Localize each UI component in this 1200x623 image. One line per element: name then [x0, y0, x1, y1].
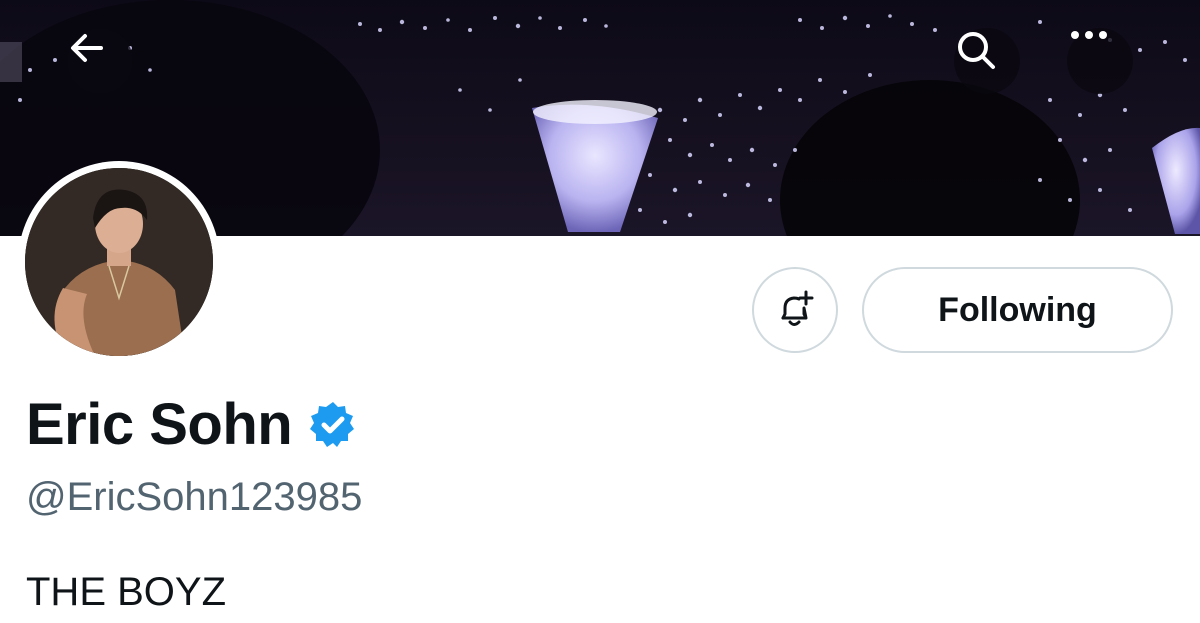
profile-page: Following Eric Sohn @EricSohn123985 THE … [0, 0, 1200, 623]
profile-name-row: Eric Sohn [26, 392, 358, 458]
more-options-button[interactable] [1067, 28, 1133, 94]
avatar[interactable] [18, 161, 220, 363]
profile-handle: @EricSohn123985 [26, 475, 363, 519]
following-button[interactable]: Following [862, 267, 1173, 353]
arrow-left-icon [71, 34, 103, 62]
display-name: Eric Sohn [26, 392, 293, 457]
more-horizontal-icon [1071, 31, 1107, 39]
notifications-button[interactable] [752, 267, 838, 353]
search-icon [958, 32, 995, 69]
back-button[interactable] [67, 28, 133, 94]
search-button[interactable] [954, 28, 1020, 94]
verified-badge-icon[interactable] [308, 400, 358, 450]
avatar-image [25, 168, 213, 356]
profile-bio: THE BOYZ [26, 570, 227, 614]
bell-plus-icon [781, 290, 814, 326]
